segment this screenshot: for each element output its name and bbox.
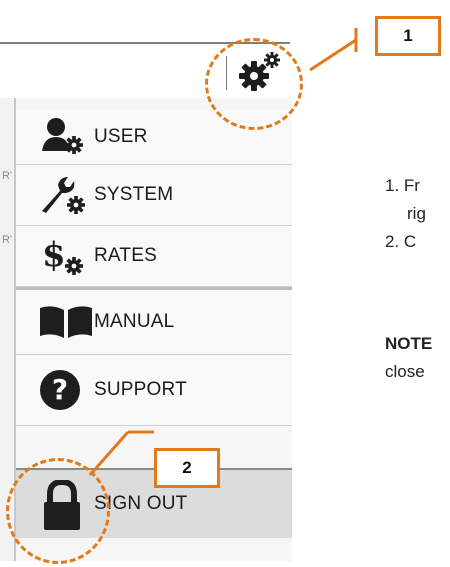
instruction-steps: 1. Fr rig 2. C bbox=[385, 172, 426, 256]
callout-2: 2 bbox=[154, 448, 220, 488]
highlight-ring-gear bbox=[205, 38, 303, 130]
callout-1: 1 bbox=[375, 16, 441, 56]
step-1: 1. Fr bbox=[385, 176, 420, 195]
note-block: NOTE close bbox=[385, 330, 432, 386]
note-text: close bbox=[385, 362, 425, 381]
note-label: NOTE bbox=[385, 334, 433, 353]
step-1-cont: rig bbox=[407, 204, 426, 223]
highlight-ring-signout bbox=[6, 458, 110, 564]
step-2: 2. C bbox=[385, 232, 417, 251]
